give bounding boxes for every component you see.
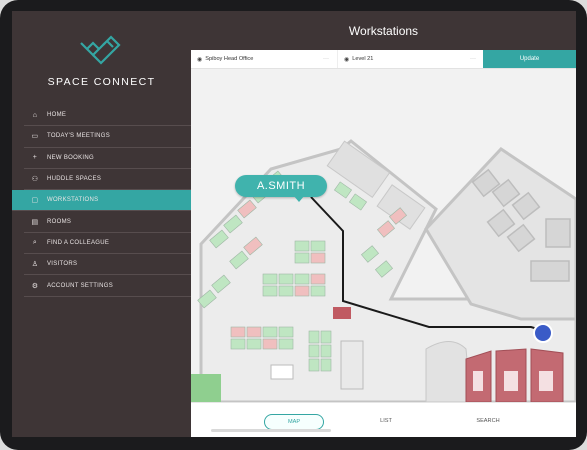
sidebar-item-account-settings[interactable]: ⚙ ACCOUNT SETTINGS (24, 275, 191, 297)
level-select[interactable]: ◉ Level 21 ··· (337, 50, 484, 68)
floor-plan (191, 69, 576, 402)
sidebar-item-rooms[interactable]: ▤ ROOMS (24, 211, 191, 233)
brand-name: SPACE CONNECT (47, 76, 156, 88)
colleague-marker[interactable]: A.SMITH (235, 175, 327, 202)
monitor-icon: ▢ (31, 197, 39, 205)
sidebar-item-label: FIND A COLLEAGUE (47, 239, 110, 246)
tab-search[interactable]: SEARCH (463, 414, 513, 428)
location-value: Spiboy Head Office (205, 56, 254, 62)
sidebar-item-label: TODAY'S MEETINGS (47, 133, 111, 140)
calendar-icon: ▭ (31, 133, 39, 141)
sidebar-item-label: ACCOUNT SETTINGS (47, 282, 114, 289)
sidebar-item-todays-meetings[interactable]: ▭ TODAY'S MEETINGS (24, 126, 191, 148)
level-more-icon: ··· (470, 56, 476, 62)
people-icon: ⚇ (31, 176, 39, 184)
filter-bar: ◉ Spiboy Head Office ··· ◉ Level 21 ··· … (191, 50, 576, 69)
sidebar-menu: ⌂ HOME ▭ TODAY'S MEETINGS + NEW BOOKING … (12, 105, 191, 297)
sidebar-item-label: NEW BOOKING (47, 154, 94, 161)
gear-icon: ⚙ (31, 282, 39, 290)
tab-list[interactable]: LIST (366, 414, 406, 428)
search-icon: ⌕ (32, 238, 38, 246)
update-button[interactable]: Update (483, 50, 576, 68)
tablet-frame: SPACE CONNECT ⌂ HOME ▭ TODAY'S MEETINGS … (0, 0, 587, 450)
location-pin-icon: ◉ (197, 56, 203, 63)
sidebar-item-find-a-colleague[interactable]: ⌕ FIND A COLLEAGUE (24, 233, 191, 255)
sidebar-item-visitors[interactable]: ♙ VISITORS (24, 254, 191, 276)
location-more-icon: ··· (323, 56, 329, 62)
plus-icon: + (32, 154, 38, 162)
sidebar-item-label: HOME (47, 112, 67, 119)
location-select[interactable]: ◉ Spiboy Head Office ··· (191, 50, 337, 68)
home-icon: ⌂ (32, 111, 38, 119)
sidebar-item-huddle-spaces[interactable]: ⚇ HUDDLE SPACES (24, 169, 191, 191)
sidebar-item-label: HUDDLE SPACES (47, 176, 102, 183)
page-title: Workstations (191, 11, 576, 50)
colleague-name: A.SMITH (256, 180, 306, 192)
app-screen: SPACE CONNECT ⌂ HOME ▭ TODAY'S MEETINGS … (12, 11, 576, 437)
tab-map[interactable]: MAP (264, 414, 324, 430)
sidebar-item-label: WORKSTATIONS (47, 197, 99, 204)
sidebar-item-home[interactable]: ⌂ HOME (24, 105, 191, 127)
level-pin-icon: ◉ (344, 56, 350, 63)
floor-plan-map[interactable]: A.SMITH (191, 69, 576, 402)
main-panel: Workstations ◉ Spiboy Head Office ··· ◉ … (191, 11, 576, 437)
home-indicator (211, 429, 331, 432)
sidebar-item-label: VISITORS (47, 261, 78, 268)
marker-pointer-icon (293, 195, 305, 202)
sidebar-item-workstations[interactable]: ▢ WORKSTATIONS (12, 190, 191, 212)
space-connect-logo (80, 35, 121, 65)
level-value: Level 21 (352, 56, 374, 62)
sidebar: SPACE CONNECT ⌂ HOME ▭ TODAY'S MEETINGS … (12, 11, 191, 437)
door-icon: ▤ (31, 218, 39, 226)
sidebar-item-label: ROOMS (47, 218, 72, 225)
sidebar-item-new-booking[interactable]: + NEW BOOKING (24, 148, 191, 169)
person-icon: ♙ (31, 261, 39, 269)
